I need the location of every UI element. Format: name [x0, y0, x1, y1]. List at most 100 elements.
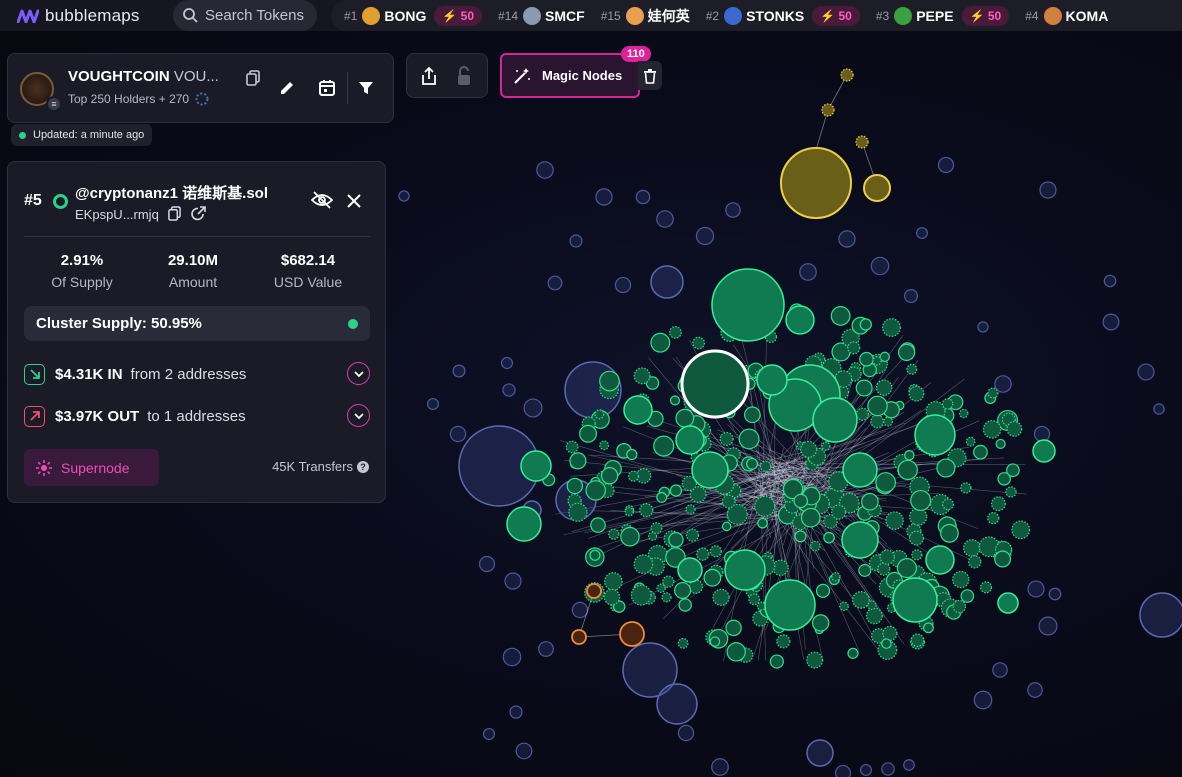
chevron-down-icon[interactable] [347, 404, 370, 427]
holder-bubble [855, 407, 870, 421]
chevron-down-icon[interactable] [347, 362, 370, 385]
holder-bubble [571, 629, 587, 645]
graph-link [815, 109, 829, 151]
calendar-icon[interactable] [318, 79, 336, 97]
holder-bubble [863, 174, 891, 202]
boost-badge[interactable]: ⚡ 50 [812, 5, 860, 26]
stat-label: Amount [168, 274, 218, 290]
holder-bubble [1038, 616, 1058, 636]
bubblemaps-logo-icon [17, 9, 39, 23]
holder-bubble [865, 607, 883, 625]
magic-nodes-label: Magic Nodes [542, 68, 623, 83]
lock-icon[interactable] [456, 66, 472, 86]
holder-bubble [911, 549, 923, 561]
holder-bubble [669, 325, 682, 339]
holder-bubble [452, 364, 466, 378]
holder-bubble [502, 647, 522, 667]
holder-bubble [815, 583, 831, 598]
cluster-status-dot [348, 319, 358, 329]
holder-bubble [877, 562, 891, 576]
token-subtitle-text: Top 250 Holders + 270 [68, 92, 190, 106]
holder-bubble [692, 336, 706, 350]
holder-bubble [585, 480, 606, 501]
holder-bubble [916, 227, 928, 239]
help-icon[interactable]: ? [357, 460, 369, 473]
holder-bubble [650, 265, 684, 299]
boost-value: 50 [987, 8, 1002, 23]
boost-badge[interactable]: ⚡ 50 [434, 5, 482, 26]
holder-bubble [831, 572, 841, 582]
ticker-item[interactable]: #15 娃何英 [601, 6, 690, 26]
holder-bubble [881, 762, 895, 776]
share-icon[interactable] [421, 66, 437, 86]
holder-bubble [859, 318, 872, 331]
token-logo-icon [894, 6, 913, 25]
sun-icon [36, 459, 52, 476]
token-logo-icon [523, 6, 542, 25]
holder-bubble [973, 444, 988, 460]
share-lock-group [406, 53, 488, 98]
holder-rank: #5 [24, 192, 42, 209]
holder-bubble [754, 495, 776, 517]
holder-bubble [839, 601, 849, 612]
trash-icon[interactable] [638, 61, 662, 90]
top-bar: bubblemaps Search Tokens #1 BONG ⚡ 50 #14 SM… [0, 0, 1182, 31]
cluster-supply-bar[interactable]: Cluster Supply: 50.95% [24, 306, 370, 341]
stat-amount: 29.10M Amount [138, 252, 248, 290]
ticker-item[interactable]: #3 PEPE ⚡ 50 [876, 5, 1010, 26]
ticker-rank: #15 [600, 8, 621, 23]
list-icon[interactable]: ≡ [46, 96, 62, 112]
holder-bubble [925, 545, 955, 575]
search-input[interactable]: Search Tokens [173, 0, 317, 31]
holder-bubble [882, 625, 898, 642]
holder-bubble [1033, 425, 1051, 443]
holder-bubble [903, 759, 915, 771]
external-link-icon[interactable] [191, 206, 206, 221]
holder-bubble [977, 321, 989, 333]
holder-bubble [626, 448, 638, 461]
brand[interactable]: bubblemaps [17, 6, 167, 26]
filter-icon[interactable] [358, 80, 374, 96]
holder-bubble [883, 416, 894, 427]
ticker-item[interactable]: #4 KOMA [1025, 6, 1108, 25]
ticker-item[interactable]: #1 BONG ⚡ 50 [344, 5, 482, 26]
divider [24, 236, 370, 237]
outflow-text: to 1 addresses [147, 407, 246, 425]
holder-bubble [881, 638, 892, 649]
holder-bubble [685, 528, 700, 542]
holder-bubble [937, 156, 955, 174]
trending-tickers: #1 BONG ⚡ 50 #14 SMCF #15 娃何英 #2 STONKS ⚡ 50 #3 PEP… [332, 0, 1182, 31]
stat-label: Of Supply [51, 274, 113, 290]
holder-bubble [1006, 420, 1023, 437]
holder-bubble [800, 507, 821, 528]
holder-bubble [619, 621, 645, 647]
outflow-row[interactable]: $3.97K OUT to 1 addresses [24, 403, 370, 429]
holder-bubble [987, 387, 999, 399]
holder-bubble [703, 568, 722, 587]
holder-bubble [875, 379, 893, 396]
token-symbol: VOU... [173, 68, 219, 85]
holder-bubble [538, 641, 554, 657]
holder-bubble [1102, 313, 1120, 331]
holder-bubble [858, 563, 872, 577]
close-icon[interactable] [347, 194, 361, 208]
copy-icon[interactable] [246, 70, 260, 86]
ticker-item[interactable]: #14 SMCF [498, 6, 585, 25]
inflow-amount: $4.31K IN [55, 365, 123, 383]
magic-nodes-button[interactable]: Magic Nodes [500, 53, 640, 98]
edit-icon[interactable] [278, 79, 296, 97]
holder-bubble [840, 68, 854, 82]
token-name: VOUGHTCOIN [68, 68, 170, 85]
ticker-item[interactable]: #2 STONKS ⚡ 50 [706, 5, 860, 26]
holder-bubble [785, 305, 815, 335]
outflow-amount: $3.97K OUT [55, 407, 140, 425]
supernode-button[interactable]: Supernode [24, 449, 159, 486]
boost-badge[interactable]: ⚡ 50 [961, 5, 1010, 26]
holder-bubble [812, 397, 858, 443]
inflow-row[interactable]: $4.31K IN from 2 addresses [24, 361, 370, 387]
holder-bubble [923, 622, 934, 634]
copy-address-icon[interactable] [168, 206, 182, 221]
holder-bubble [1027, 682, 1043, 698]
holder-bubble [711, 758, 729, 776]
hide-eye-icon[interactable] [311, 191, 333, 209]
